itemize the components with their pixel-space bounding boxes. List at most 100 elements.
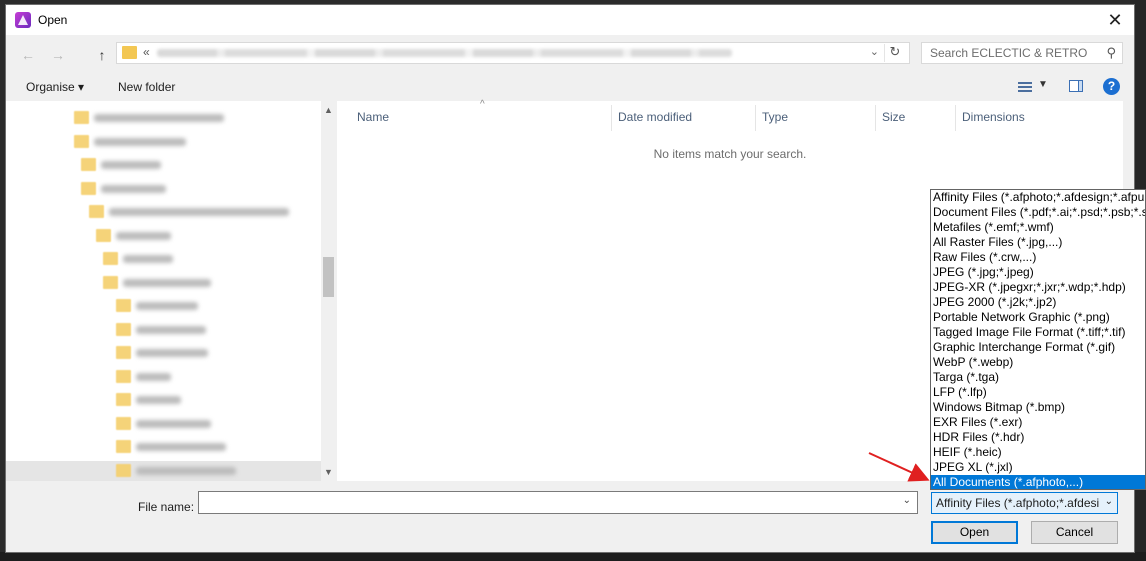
file-type-option[interactable]: Metafiles (*.emf;*.wmf)	[931, 220, 1145, 235]
file-type-select[interactable]: Affinity Files (*.afphoto;*.afdesi ⌄	[931, 492, 1118, 514]
file-name-dropdown-icon[interactable]: ⌄	[903, 495, 911, 506]
up-arrow-icon[interactable]: ↑	[92, 45, 112, 65]
file-type-option[interactable]: JPEG (*.jpg;*.jpeg)	[931, 265, 1145, 280]
search-placeholder: Search ECLECTIC & RETRO	[930, 46, 1088, 60]
blurred-label	[101, 185, 166, 193]
blurred-label	[136, 420, 211, 428]
blurred-label	[136, 373, 171, 381]
file-type-option[interactable]: All Documents (*.afphoto,...)	[931, 475, 1145, 489]
folder-icon	[116, 299, 131, 312]
column-separator[interactable]	[611, 105, 612, 131]
refresh-icon[interactable]: ↻	[884, 44, 905, 62]
file-type-option[interactable]: Affinity Files (*.afphoto;*.afdesign;*.a…	[931, 190, 1145, 205]
file-type-option[interactable]: Tagged Image File Format (*.tiff;*.tif)	[931, 325, 1145, 340]
folder-icon	[103, 252, 118, 265]
file-name-label: File name:	[138, 500, 195, 514]
blurred-label	[136, 326, 206, 334]
search-icon: ⚲	[1106, 45, 1116, 60]
file-type-option[interactable]: EXR Files (*.exr)	[931, 415, 1145, 430]
new-folder-button[interactable]: New folder	[118, 80, 175, 94]
background-app-bottom	[0, 552, 1146, 561]
blurred-label	[136, 349, 208, 357]
folder-icon	[122, 46, 137, 59]
column-dimensions[interactable]: Dimensions	[962, 101, 1025, 133]
column-separator[interactable]	[875, 105, 876, 131]
affinity-app-icon	[15, 12, 31, 28]
cancel-button[interactable]: Cancel	[1031, 521, 1118, 544]
folder-icon	[103, 276, 118, 289]
file-type-option[interactable]: Raw Files (*.crw,...)	[931, 250, 1145, 265]
help-icon[interactable]: ?	[1103, 78, 1120, 95]
navigation-pane[interactable]	[6, 101, 336, 481]
folder-icon	[116, 417, 131, 430]
file-type-option[interactable]: Document Files (*.pdf;*.ai;*.psd;*.psb;*…	[931, 205, 1145, 220]
preview-pane-icon[interactable]	[1069, 80, 1083, 92]
organise-button[interactable]: Organise ▾	[26, 80, 84, 94]
file-type-option[interactable]: Graphic Interchange Format (*.gif)	[931, 340, 1145, 355]
file-type-option[interactable]: Windows Bitmap (*.bmp)	[931, 400, 1145, 415]
back-arrow-icon[interactable]: ←	[18, 45, 38, 65]
file-type-option[interactable]: JPEG XL (*.jxl)	[931, 460, 1145, 475]
navigation-bar: ← → ↑ « ⌄ ↻ Search ECLECTIC & RETRO ⚲	[6, 36, 1134, 70]
file-type-dropdown-icon[interactable]: ⌄	[1101, 496, 1113, 507]
view-options-icon[interactable]	[1018, 82, 1032, 92]
file-type-option[interactable]: All Raster Files (*.jpg,...)	[931, 235, 1145, 250]
column-type[interactable]: Type	[762, 101, 788, 133]
close-button[interactable]: ✕	[1104, 9, 1126, 31]
file-name-input[interactable]: ⌄	[198, 491, 918, 514]
column-date-modified[interactable]: Date modified	[618, 101, 692, 133]
blurred-path	[157, 49, 732, 57]
blurred-label	[116, 232, 171, 240]
folder-icon	[116, 464, 131, 477]
file-type-dropdown-list[interactable]: Affinity Files (*.afphoto;*.afdesign;*.a…	[930, 189, 1146, 490]
folder-icon	[116, 440, 131, 453]
folder-icon	[116, 370, 131, 383]
folder-icon	[74, 111, 89, 124]
open-button[interactable]: Open	[931, 521, 1018, 544]
file-type-option[interactable]: WebP (*.webp)	[931, 355, 1145, 370]
scroll-down-icon[interactable]: ▼	[321, 465, 336, 479]
column-name[interactable]: Name	[357, 101, 389, 133]
blurred-label	[94, 138, 186, 146]
empty-message: No items match your search.	[653, 147, 807, 161]
blurred-label	[136, 467, 236, 475]
blurred-label	[101, 161, 161, 169]
file-type-option[interactable]: HEIF (*.heic)	[931, 445, 1145, 460]
file-type-option[interactable]: JPEG-XR (*.jpegxr;*.jxr;*.wdp;*.hdp)	[931, 280, 1145, 295]
folder-icon	[74, 135, 89, 148]
scroll-up-icon[interactable]: ▲	[321, 103, 336, 117]
blurred-label	[136, 302, 198, 310]
file-type-option[interactable]: HDR Files (*.hdr)	[931, 430, 1145, 445]
path-overflow-chevron[interactable]: «	[143, 45, 150, 59]
file-type-option[interactable]: JPEG 2000 (*.j2k;*.jp2)	[931, 295, 1145, 310]
search-input[interactable]: Search ECLECTIC & RETRO ⚲	[921, 42, 1123, 64]
file-type-selected: Affinity Files (*.afphoto;*.afdesi	[936, 496, 1100, 510]
folder-icon	[81, 158, 96, 171]
address-bar[interactable]: « ⌄ ↻	[116, 42, 910, 64]
folder-icon	[116, 323, 131, 336]
column-separator[interactable]	[955, 105, 956, 131]
title-bar: Open ✕	[6, 5, 1134, 35]
blurred-label	[123, 255, 173, 263]
command-bar: Organise ▾ New folder ▼ ?	[6, 73, 1134, 101]
tree-scrollbar[interactable]: ▲ ▼	[321, 101, 336, 481]
folder-icon	[89, 205, 104, 218]
file-type-option[interactable]: LFP (*.lfp)	[931, 385, 1145, 400]
blurred-label	[94, 114, 224, 122]
file-type-option[interactable]: Targa (*.tga)	[931, 370, 1145, 385]
file-type-option[interactable]: Portable Network Graphic (*.png)	[931, 310, 1145, 325]
dialog-title: Open	[38, 13, 68, 27]
folder-icon	[116, 393, 131, 406]
column-separator[interactable]	[755, 105, 756, 131]
column-size[interactable]: Size	[882, 101, 905, 133]
folder-icon	[81, 182, 96, 195]
folder-icon	[96, 229, 111, 242]
blurred-label	[136, 396, 181, 404]
forward-arrow-icon[interactable]: →	[48, 45, 68, 65]
view-dropdown-icon[interactable]: ▼	[1038, 79, 1048, 90]
blurred-label	[136, 443, 226, 451]
folder-icon	[116, 346, 131, 359]
scroll-thumb[interactable]	[323, 257, 334, 297]
address-dropdown-icon[interactable]: ⌄	[870, 45, 879, 58]
sort-caret-icon: ^	[480, 99, 485, 110]
